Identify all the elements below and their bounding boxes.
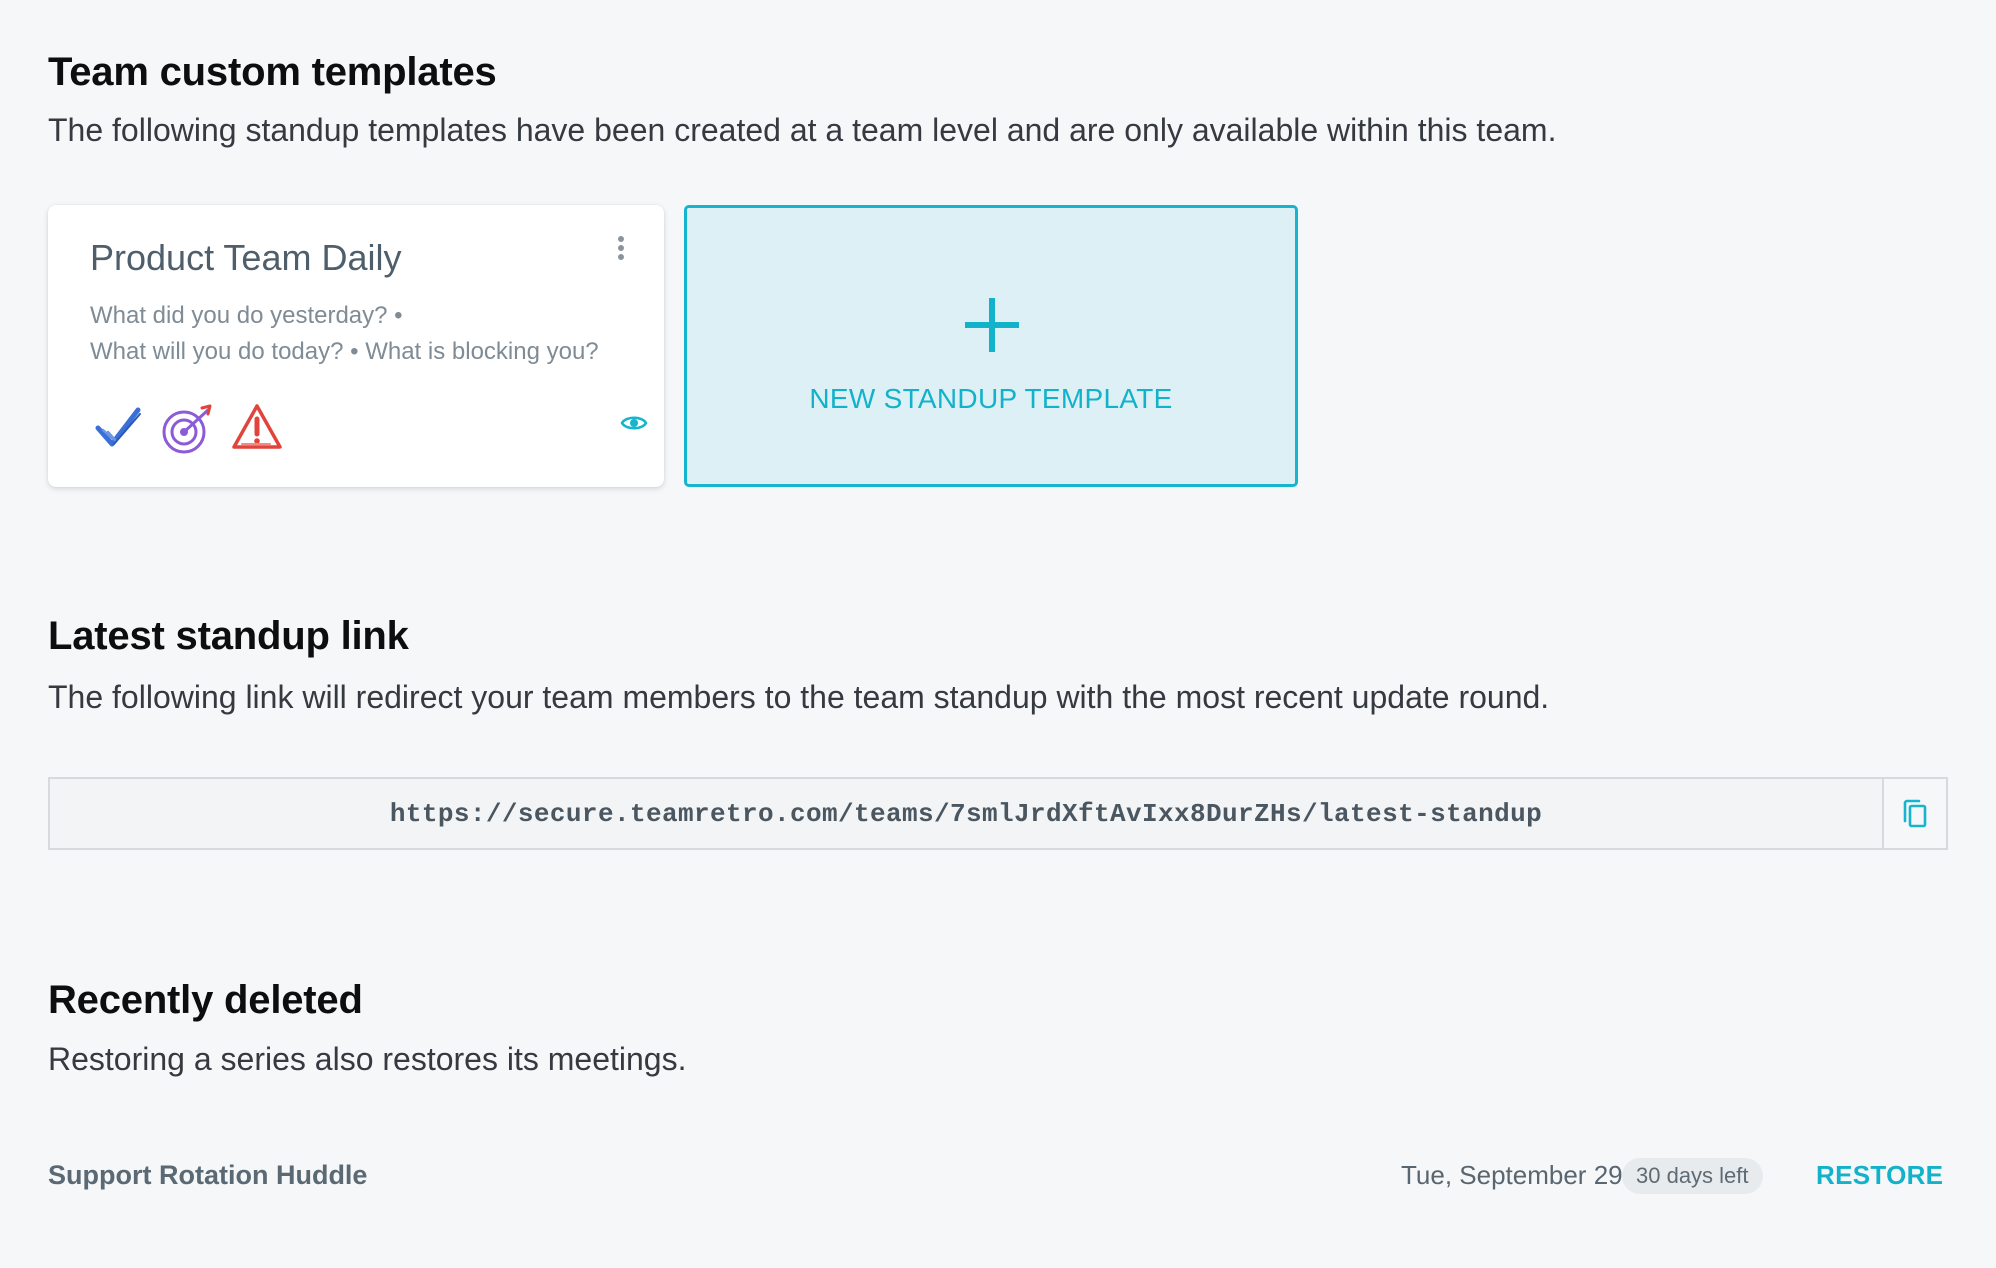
- deleted-section-description: Restoring a series also restores its mee…: [48, 1041, 687, 1077]
- page: Team custom templates The following stan…: [0, 0, 1996, 1268]
- checkmark-icon: [95, 407, 141, 447]
- template-questions-line-1: What did you do yesterday? •: [90, 302, 403, 329]
- warning-icon: [232, 404, 282, 449]
- template-card-questions: What did you do yesterday? • What will y…: [90, 298, 650, 370]
- copy-link-button[interactable]: [1882, 777, 1948, 850]
- deleted-date: Tue, September 29: [1401, 1160, 1623, 1190]
- templates-section-description: The following standup templates have bee…: [48, 112, 1557, 148]
- eye-icon[interactable]: [620, 413, 648, 433]
- latest-standup-link-field[interactable]: https://secure.teamretro.com/teams/7smlJ…: [48, 777, 1882, 850]
- kebab-menu-icon[interactable]: [611, 233, 631, 265]
- latest-standup-link-url[interactable]: https://secure.teamretro.com/teams/7smlJ…: [390, 799, 1542, 829]
- target-icon: [162, 404, 212, 454]
- restore-button[interactable]: RESTORE: [1816, 1160, 1943, 1191]
- plus-icon: [965, 298, 1019, 352]
- deleted-section-title: Recently deleted: [48, 978, 363, 1022]
- template-questions-line-2: What will you do today? • What is blocki…: [90, 338, 599, 365]
- link-section-description: The following link will redirect your te…: [48, 679, 1550, 715]
- template-card-product-team-daily[interactable]: Product Team Daily What did you do yeste…: [48, 205, 664, 487]
- link-section-title: Latest standup link: [48, 614, 409, 658]
- deleted-series-name: Support Rotation Huddle: [48, 1160, 368, 1190]
- templates-section-title: Team custom templates: [48, 50, 497, 94]
- template-card-title: Product Team Daily: [90, 237, 402, 278]
- copy-icon: [1903, 799, 1927, 827]
- new-standup-template-button[interactable]: NEW STANDUP TEMPLATE: [684, 205, 1298, 487]
- new-standup-template-label: NEW STANDUP TEMPLATE: [809, 383, 1173, 414]
- days-left-badge: 30 days left: [1622, 1158, 1763, 1194]
